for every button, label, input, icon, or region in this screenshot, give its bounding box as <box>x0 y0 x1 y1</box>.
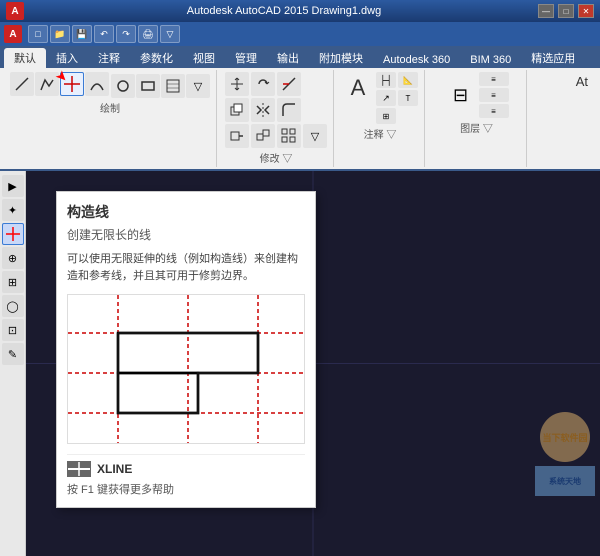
tab-adsk360[interactable]: Autodesk 360 <box>373 52 460 68</box>
tab-addons[interactable]: 附加模块 <box>309 48 373 68</box>
redo-button[interactable]: ↷ <box>116 25 136 43</box>
modify-panel: ▽ 修改 ▽ <box>219 70 334 167</box>
layer-btn2[interactable]: ≡ <box>479 88 509 102</box>
copy-tool[interactable] <box>225 98 249 122</box>
tab-parametric[interactable]: 参数化 <box>130 48 183 68</box>
tooltip-popup: 构造线 创建无限长的线 可以使用无限延伸的线（例如构造线）来创建构造和参考线，并… <box>56 191 316 508</box>
tooltip-diagram <box>67 294 305 444</box>
at-text-area: At <box>529 70 596 167</box>
minimize-button[interactable]: — <box>538 4 554 18</box>
quick-access-toolbar: A □ 📁 💾 ↶ ↷ 🖨 ▽ <box>0 22 600 46</box>
ribbon-panels: ➤ ▽ 绘制 <box>0 68 600 171</box>
xline-tool[interactable]: ➤ <box>60 72 84 96</box>
tooltip-footer: XLINE <box>67 454 305 477</box>
app-logo: A <box>6 2 24 20</box>
select-tool[interactable]: ▶ <box>2 175 24 197</box>
main-area: ▶ ✦ ⊕ ⊞ ◯ ⊡ ✎ 构造线 创建无限长的线 可以使用无限延伸的线（例如构… <box>0 171 600 556</box>
open-button[interactable]: 📁 <box>50 25 70 43</box>
arc-tool[interactable] <box>85 72 109 96</box>
tooltip-command: XLINE <box>97 462 132 476</box>
tab-view[interactable]: 视图 <box>183 48 225 68</box>
maximize-button[interactable]: □ <box>558 4 574 18</box>
osnap-tool[interactable]: ◯ <box>2 295 24 317</box>
draw-icons: ➤ ▽ <box>10 72 210 98</box>
dim-style-tool[interactable]: 📐 <box>398 72 418 88</box>
save-button[interactable]: 💾 <box>72 25 92 43</box>
text-style-tool[interactable]: T <box>398 90 418 106</box>
draw-panel-label: 绘制 <box>100 100 120 115</box>
layer-btn3[interactable]: ≡ <box>479 104 509 118</box>
xline-left-btn[interactable] <box>2 223 24 245</box>
properties-tool[interactable]: ⊡ <box>2 319 24 341</box>
zoom-tool[interactable]: ⊕ <box>2 247 24 269</box>
rotate-tool[interactable] <box>251 72 275 96</box>
measure-tool[interactable]: ⊞ <box>2 271 24 293</box>
watermark-area: 当下软件园 系统天地 <box>535 412 595 496</box>
annotation-panel-label: 注释 ▽ <box>364 126 397 141</box>
tab-annotate[interactable]: 注释 <box>88 48 130 68</box>
title-bar: A Autodesk AutoCAD 2015 Drawing1.dwg — □… <box>0 0 600 22</box>
draw-panel: ➤ ▽ 绘制 <box>4 70 217 167</box>
undo-button[interactable]: ↶ <box>94 25 114 43</box>
array-tool[interactable] <box>277 124 301 148</box>
text-tool[interactable]: A <box>342 72 374 104</box>
tab-bim360[interactable]: BIM 360 <box>460 52 521 68</box>
annotation-panel: A ├┤ ↗ ⊞ 📐 T 注释 ▽ <box>336 70 425 167</box>
ribbon-tabs: 默认 插入 注释 参数化 视图 管理 输出 附加模块 Autodesk 360 … <box>0 46 600 68</box>
mirror-tool[interactable] <box>251 98 275 122</box>
tab-default[interactable]: 默认 <box>4 48 46 68</box>
layers-panel: ⊟ ≡ ≡ ≡ 图层 ▽ <box>427 70 527 167</box>
modify-panel-label: 修改 ▽ <box>260 150 293 165</box>
layer-btn1[interactable]: ≡ <box>479 72 509 86</box>
pan-tool[interactable]: ✦ <box>2 199 24 221</box>
plot-button[interactable]: 🖨 <box>138 25 158 43</box>
line-tool[interactable] <box>10 72 34 96</box>
tooltip-title: 构造线 <box>67 202 305 222</box>
autocad-icon[interactable]: A <box>4 25 22 43</box>
trim-tool[interactable] <box>277 72 301 96</box>
hatch-tool[interactable] <box>161 74 185 98</box>
linear-dim-tool[interactable]: ├┤ <box>376 72 396 88</box>
more-modify-button[interactable]: ▽ <box>303 124 327 148</box>
new-button[interactable]: □ <box>28 25 48 43</box>
scale-tool[interactable] <box>251 124 275 148</box>
tab-manage[interactable]: 管理 <box>225 48 267 68</box>
polyline-tool[interactable] <box>35 72 59 96</box>
more-draw-button[interactable]: ▽ <box>186 74 210 98</box>
title-controls: — □ ✕ <box>538 4 594 18</box>
stretch-tool[interactable] <box>225 124 249 148</box>
at-label: At <box>576 74 588 89</box>
circle-tool[interactable] <box>111 74 135 98</box>
tooltip-help: 按 F1 键获得更多帮助 <box>67 481 305 497</box>
tab-output[interactable]: 输出 <box>267 48 309 68</box>
xline-icon <box>67 461 91 477</box>
dropdown-button[interactable]: ▽ <box>160 25 180 43</box>
left-toolbar: ▶ ✦ ⊕ ⊞ ◯ ⊡ ✎ <box>0 171 26 556</box>
tooltip-desc: 可以使用无限延伸的线（例如构造线）来创建构造和参考线，并且其可用于修剪边界。 <box>67 251 305 284</box>
tooltip-diagram-svg <box>68 295 305 444</box>
tab-insert[interactable]: 插入 <box>46 48 88 68</box>
layer-properties-tool[interactable]: ⊟ <box>445 79 477 111</box>
watermark-rect: 系统天地 <box>535 466 595 496</box>
pencil-tool[interactable]: ✎ <box>2 343 24 365</box>
watermark-circle: 当下软件园 <box>540 412 590 462</box>
title-text: Autodesk AutoCAD 2015 Drawing1.dwg <box>30 5 538 17</box>
rect-tool[interactable] <box>136 74 160 98</box>
leader-tool[interactable]: ↗ <box>376 90 396 106</box>
fillet-tool[interactable] <box>277 98 301 122</box>
close-button[interactable]: ✕ <box>578 4 594 18</box>
canvas-area[interactable]: 构造线 创建无限长的线 可以使用无限延伸的线（例如构造线）来创建构造和参考线，并… <box>26 171 600 556</box>
tab-featured[interactable]: 精选应用 <box>521 48 585 68</box>
move-tool[interactable] <box>225 72 249 96</box>
layers-panel-label: 图层 ▽ <box>460 120 493 135</box>
tooltip-subtitle: 创建无限长的线 <box>67 226 305 243</box>
table-tool[interactable]: ⊞ <box>376 108 396 124</box>
tooltip-command-area: XLINE <box>97 462 132 476</box>
